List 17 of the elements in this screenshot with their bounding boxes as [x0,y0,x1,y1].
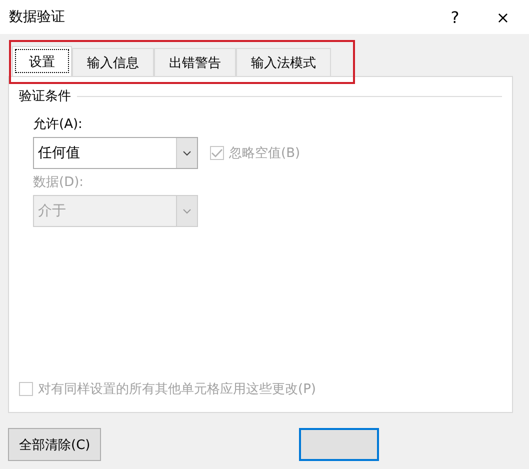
field-label: 允许(A): [33,116,84,133]
clear-all-button[interactable]: 全部清除(C) [8,428,102,461]
window-title: 数据验证 [9,8,66,26]
dropdown-caret-icon [183,208,191,214]
tab[interactable]: 出错警告 [154,48,236,76]
help-button[interactable]: ? [433,8,477,26]
group-title: 验证条件 [19,88,71,105]
checkbox-label: 忽略空值(B) [229,145,300,162]
default-button[interactable] [299,428,380,461]
dropdown-caret-icon [183,150,191,156]
checkbox-label: 对有同样设置的所有其他单元格应用这些更改(P) [38,381,316,398]
close-button[interactable]: × [481,8,525,26]
allow-dropdown[interactable]: 任何值 [33,137,198,169]
tab[interactable]: 设置 [12,46,72,76]
tab[interactable]: 输入信息 [72,48,154,76]
tab[interactable]: 输入法模式 [236,48,331,76]
field-label: 数据(D): [33,174,85,191]
